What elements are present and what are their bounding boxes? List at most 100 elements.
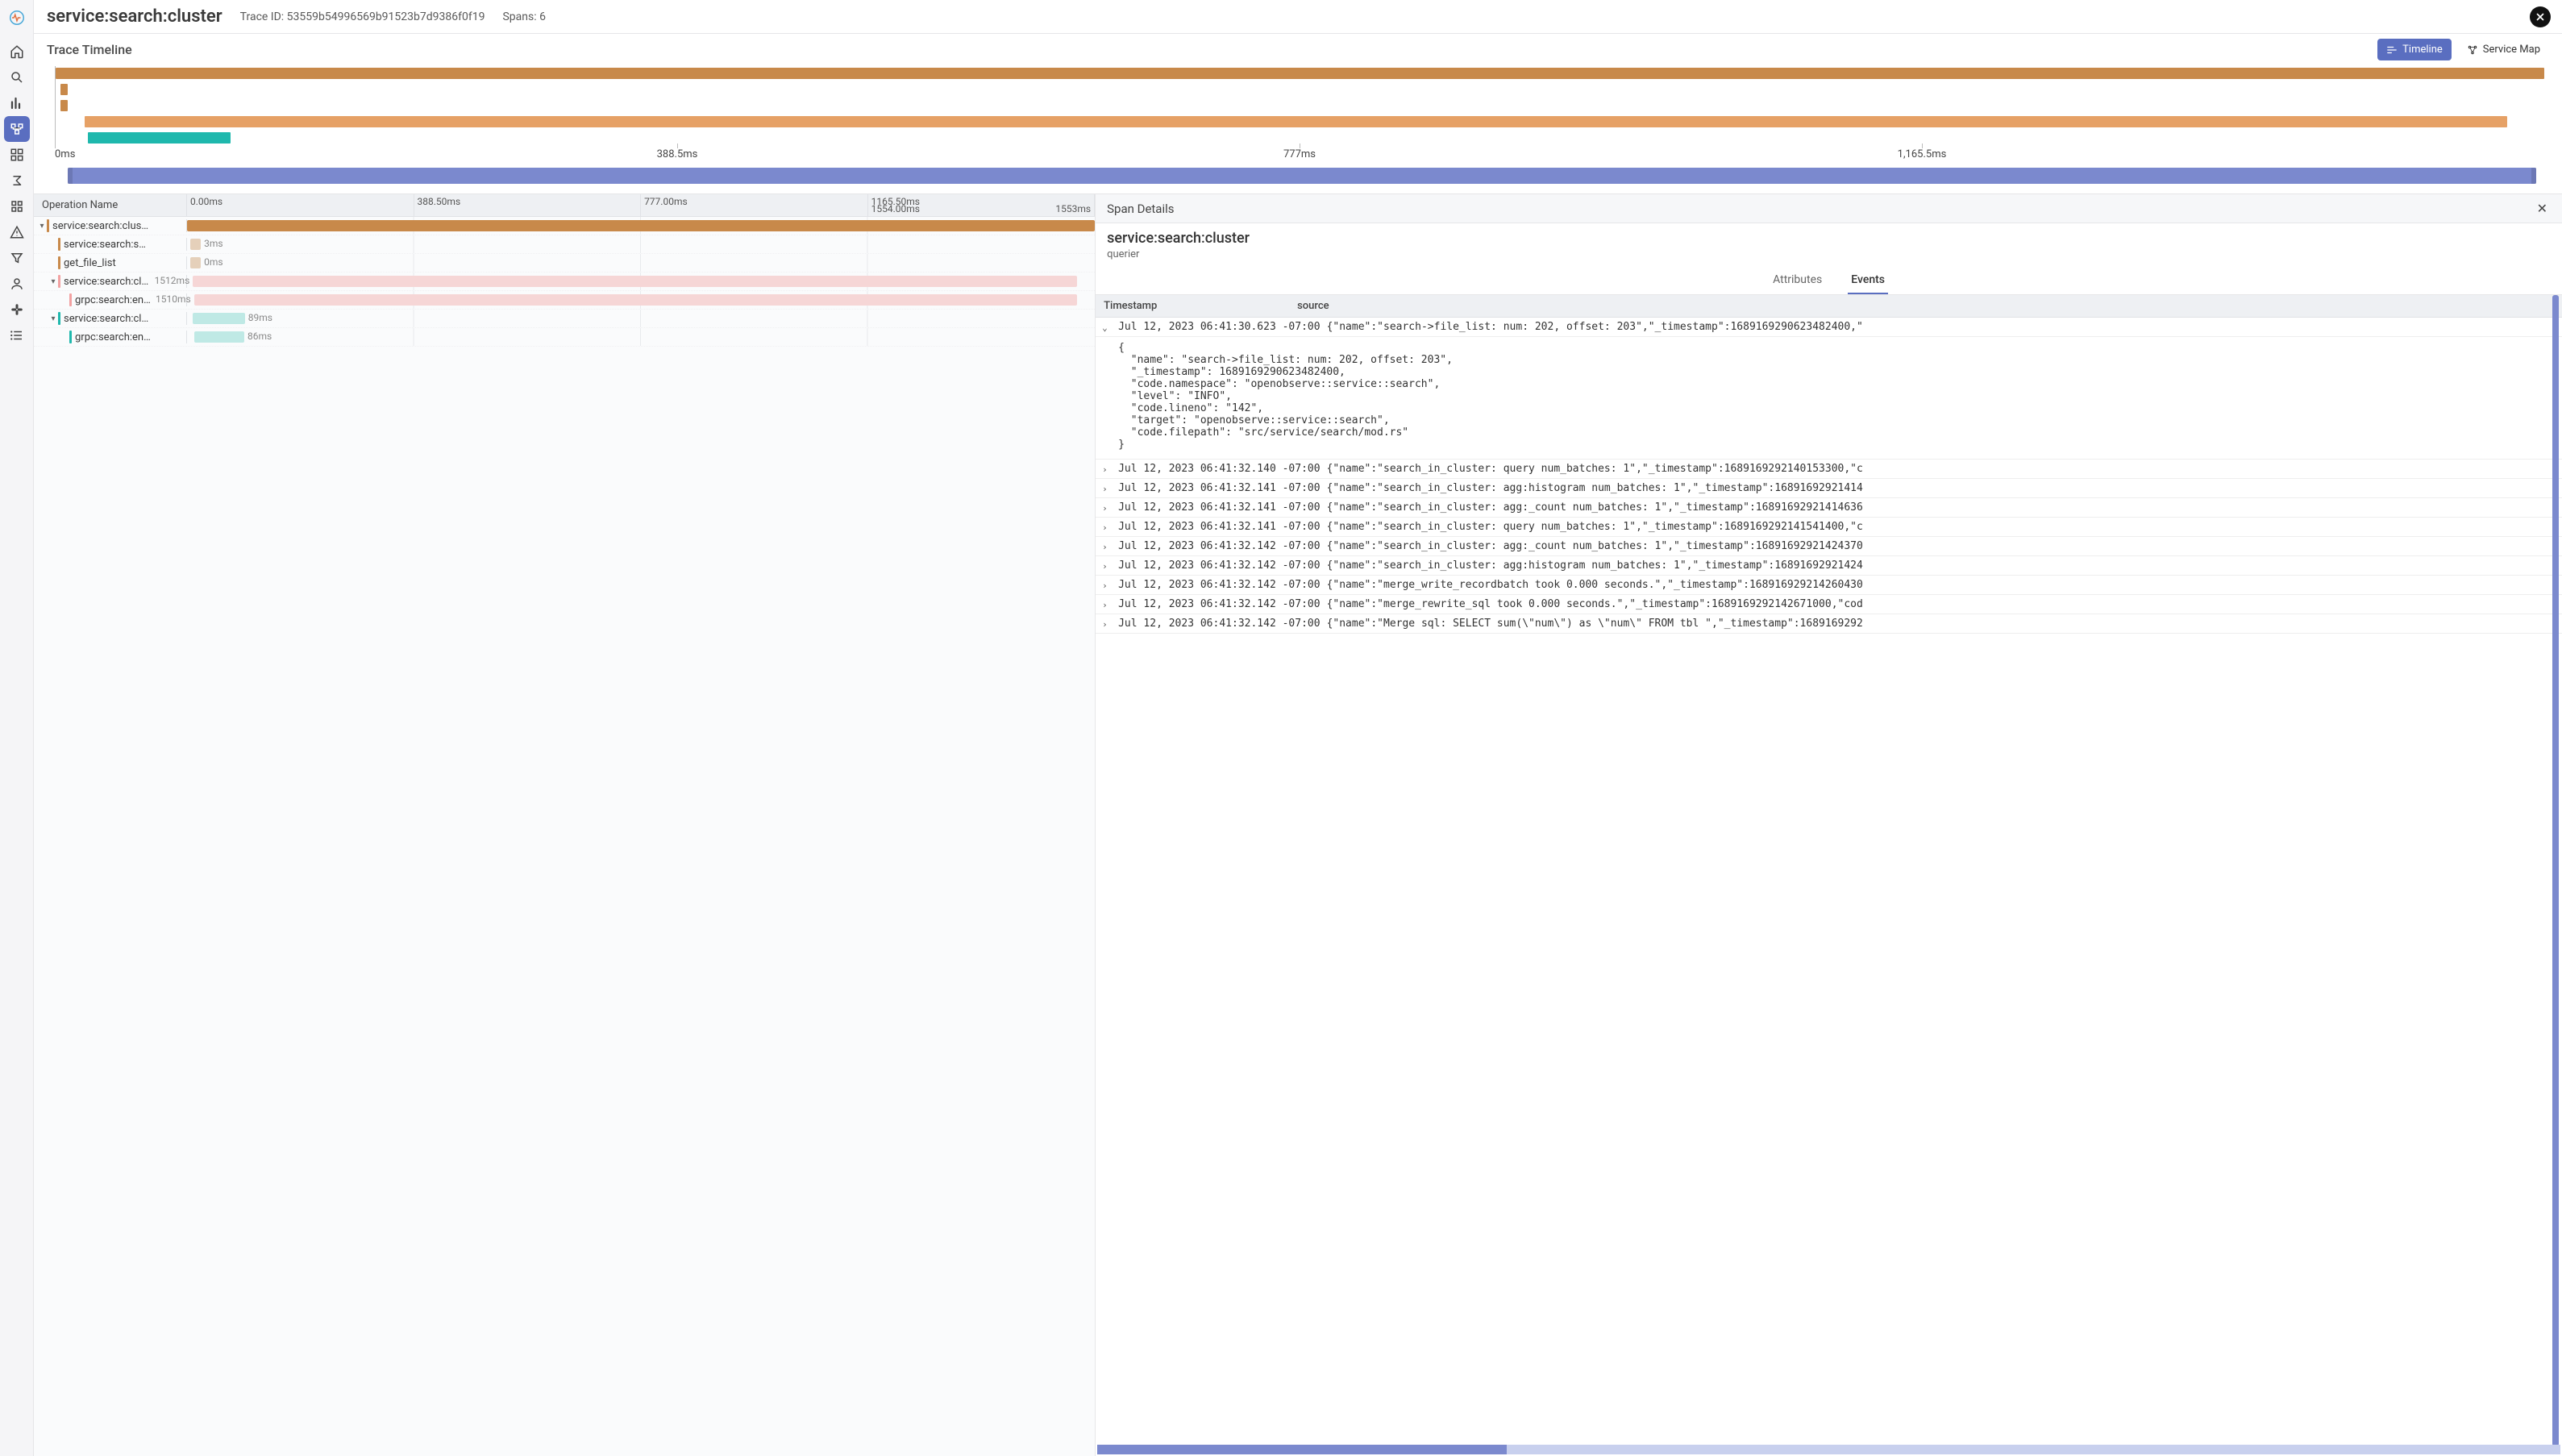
span-details-close-icon[interactable]: ✕ xyxy=(2534,201,2551,216)
alert-nav-item[interactable] xyxy=(4,219,30,245)
span-duration-bar[interactable] xyxy=(190,239,202,250)
span-duration-bar[interactable] xyxy=(194,331,244,343)
event-timestamp: Jul 12, 2023 06:41:32.142 -07:00 xyxy=(1118,540,1320,552)
span-duration-bar[interactable] xyxy=(190,257,202,268)
span-duration-label: 1512ms xyxy=(155,275,190,286)
tab-events[interactable]: Events xyxy=(1848,267,1888,294)
span-duration-label: 89ms xyxy=(248,312,272,323)
event-row[interactable]: ›Jul 12, 2023 06:41:32.142 -07:00{"name"… xyxy=(1096,537,2562,556)
chevron-right-icon[interactable]: › xyxy=(1102,463,1112,475)
event-source: {"name":"search_in_cluster: query num_ba… xyxy=(1327,521,2556,533)
event-row[interactable]: ›Jul 12, 2023 06:41:32.142 -07:00{"name"… xyxy=(1096,556,2562,576)
traces-icon xyxy=(10,122,24,136)
bar-chart-icon xyxy=(10,96,24,110)
overview-span-bar[interactable] xyxy=(60,84,68,95)
timeline-view-button[interactable]: Timeline xyxy=(2377,39,2452,60)
event-source: {"name":"merge_write_recordbatch took 0.… xyxy=(1327,579,2556,591)
chevron-right-icon[interactable]: › xyxy=(1102,598,1112,610)
span-duration-bar[interactable] xyxy=(193,276,1076,287)
axis-label: 0ms xyxy=(55,148,75,160)
span-row[interactable]: grpc:search:en…1510ms xyxy=(34,291,1095,310)
tab-attributes[interactable]: Attributes xyxy=(1770,267,1825,294)
timeline-label: Trace Timeline xyxy=(47,42,132,57)
user-nav-item[interactable] xyxy=(4,271,30,297)
chevron-down-icon[interactable]: ▾ xyxy=(48,277,58,286)
span-row[interactable]: ▾service:search:cl…89ms xyxy=(34,310,1095,328)
chevron-right-icon[interactable]: › xyxy=(1102,579,1112,591)
vertical-scrollbar[interactable] xyxy=(2552,295,2559,1446)
span-row[interactable]: grpc:search:en…86ms xyxy=(34,328,1095,347)
span-row[interactable]: ▾service:search:cl…1512ms xyxy=(34,272,1095,291)
overview-span-bar[interactable] xyxy=(56,68,2544,79)
span-color-tick xyxy=(69,331,72,343)
overview-span-bar[interactable] xyxy=(60,100,68,111)
chevron-right-icon[interactable]: › xyxy=(1102,540,1112,552)
home-nav-item[interactable] xyxy=(4,39,30,64)
timeline-overview: 0ms388.5ms777ms1,165.5ms xyxy=(34,61,2562,193)
minimap-scrubber[interactable] xyxy=(68,168,2536,184)
events-timestamp-header: Timestamp xyxy=(1104,300,1297,312)
event-row[interactable]: ⌄Jul 12, 2023 06:41:30.623 -07:00{"name"… xyxy=(1096,318,2562,337)
span-duration-bar[interactable] xyxy=(193,313,245,324)
chevron-right-icon[interactable]: › xyxy=(1102,560,1112,572)
close-button[interactable] xyxy=(2530,6,2551,27)
chevron-down-icon[interactable]: ▾ xyxy=(37,222,47,231)
user-icon xyxy=(10,277,24,291)
chevron-right-icon[interactable]: › xyxy=(1102,482,1112,494)
event-timestamp: Jul 12, 2023 06:41:32.142 -07:00 xyxy=(1118,618,1320,630)
chevron-down-icon[interactable]: ⌄ xyxy=(1102,321,1112,333)
event-row[interactable]: ›Jul 12, 2023 06:41:32.140 -07:00{"name"… xyxy=(1096,460,2562,479)
service-map-view-button[interactable]: Service Map xyxy=(2458,39,2549,60)
events-grid-header: Timestamp source xyxy=(1096,295,2562,318)
span-row[interactable]: ▾ service:search:clus… xyxy=(34,217,1095,235)
event-json: { "name": "search->file_list: num: 202, … xyxy=(1096,337,2562,460)
event-row[interactable]: ›Jul 12, 2023 06:41:32.141 -07:00{"name"… xyxy=(1096,498,2562,518)
event-source: {"name":"merge_rewrite_sql took 0.000 se… xyxy=(1327,598,2556,610)
horizontal-scrollbar[interactable] xyxy=(1097,1445,2560,1454)
search-nav-item[interactable] xyxy=(4,64,30,90)
overview-span-bar[interactable] xyxy=(88,132,231,144)
span-rows[interactable]: ▾ service:search:clus… service:search:s…3m… xyxy=(34,217,1095,1456)
span-duration-bar[interactable] xyxy=(194,294,1077,306)
axis-label: 1,165.5ms xyxy=(1898,148,1947,160)
event-row[interactable]: ›Jul 12, 2023 06:41:32.142 -07:00{"name"… xyxy=(1096,595,2562,614)
event-row[interactable]: ›Jul 12, 2023 06:41:32.142 -07:00{"name"… xyxy=(1096,576,2562,595)
event-row[interactable]: ›Jul 12, 2023 06:41:32.141 -07:00{"name"… xyxy=(1096,479,2562,498)
slack-nav-item[interactable] xyxy=(4,297,30,322)
filter-nav-item[interactable] xyxy=(4,245,30,271)
axis-label: 388.5ms xyxy=(657,148,698,160)
chevron-down-icon[interactable]: ▾ xyxy=(48,314,58,323)
span-color-tick xyxy=(58,256,60,269)
span-row[interactable]: service:search:s…3ms xyxy=(34,235,1095,254)
list-nav-item[interactable] xyxy=(4,322,30,348)
span-color-tick xyxy=(58,238,60,251)
spans-count: Spans: 6 xyxy=(502,10,545,23)
span-row[interactable]: get_file_list0ms xyxy=(34,254,1095,272)
event-timestamp: Jul 12, 2023 06:41:32.141 -07:00 xyxy=(1118,521,1320,533)
span-name: grpc:search:en… xyxy=(75,331,183,343)
sigma-nav-item[interactable] xyxy=(4,168,30,193)
filter-icon xyxy=(10,251,24,265)
dashboards-nav-item[interactable] xyxy=(4,142,30,168)
time-header: 1554.00ms xyxy=(871,203,920,214)
chevron-right-icon[interactable]: › xyxy=(1102,618,1112,630)
span-name: service:search:clus… xyxy=(52,220,183,232)
event-source: {"name":"search_in_cluster: query num_ba… xyxy=(1327,463,2556,475)
grid-nav-item[interactable] xyxy=(4,193,30,219)
chevron-right-icon[interactable]: › xyxy=(1102,521,1112,533)
bar-chart-nav-item[interactable] xyxy=(4,90,30,116)
event-row[interactable]: › Jul 12, 2023 06:41:32.141 -07:00 {"name"… xyxy=(1096,518,2562,537)
span-subservice: querier xyxy=(1096,248,2562,267)
time-header: 0.00ms xyxy=(190,196,223,207)
time-header: 777.00ms xyxy=(644,196,688,207)
grid-icon xyxy=(10,199,24,214)
span-duration-bar[interactable] xyxy=(187,220,1095,231)
trace-header: service:search:cluster Trace ID: 53559b5… xyxy=(34,0,2562,34)
event-row[interactable]: ›Jul 12, 2023 06:41:32.142 -07:00{"name"… xyxy=(1096,614,2562,634)
event-source: {"name":"search_in_cluster: agg:_count n… xyxy=(1327,501,2556,514)
overview-span-bar[interactable] xyxy=(85,116,2508,127)
traces-nav-item[interactable] xyxy=(4,116,30,142)
chevron-right-icon[interactable]: › xyxy=(1102,501,1112,514)
span-color-tick xyxy=(58,312,60,325)
events-source-header: source xyxy=(1297,300,2554,312)
